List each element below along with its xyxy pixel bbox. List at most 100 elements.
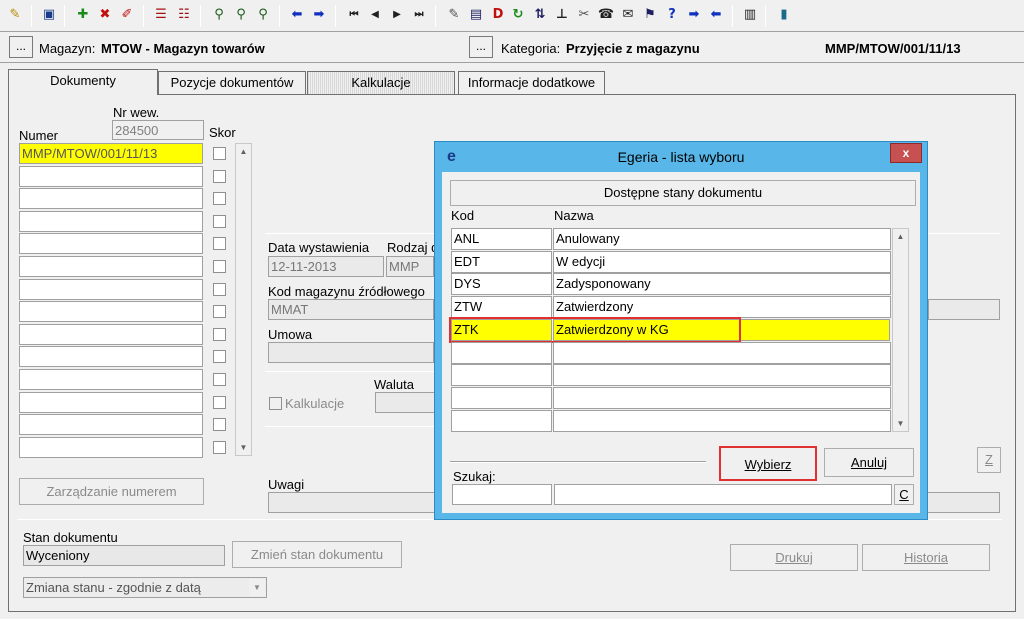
dialog-row-nazwa[interactable]	[553, 409, 891, 432]
skor-checkbox[interactable]	[213, 305, 226, 319]
dialog-row-kod[interactable]	[451, 409, 552, 432]
numer-row[interactable]: MMP/MTOW/001/11/13	[19, 143, 203, 164]
numer-scrollbar[interactable]: ▲ ▼	[235, 143, 252, 456]
skor-checkbox[interactable]	[213, 350, 226, 364]
dialog-row-kod[interactable]: ANL	[451, 228, 552, 250]
skor-checkbox[interactable]	[213, 373, 226, 386]
col-nazwa-header[interactable]: Nazwa	[554, 208, 594, 223]
pin-icon[interactable]: ✎	[6, 6, 24, 24]
refresh-icon[interactable]: ↻	[509, 6, 527, 24]
tools-icon[interactable]: ✂	[575, 6, 593, 24]
split2-icon[interactable]: ☷	[175, 6, 193, 24]
help-icon[interactable]: ?	[663, 6, 681, 24]
clear-search-button[interactable]: C	[894, 484, 914, 505]
binoculars-icon[interactable]: ⚲	[210, 6, 228, 24]
skor-checkbox[interactable]	[213, 395, 226, 409]
edit-icon[interactable]: ✎	[445, 6, 463, 24]
numer-row[interactable]	[19, 436, 203, 458]
numer-row[interactable]	[19, 210, 203, 232]
dialog-row-nazwa[interactable]: Anulowany	[553, 228, 891, 250]
add-icon[interactable]: ✚	[74, 6, 92, 24]
szukaj-kod-field[interactable]	[452, 484, 552, 505]
numer-row[interactable]	[19, 369, 203, 390]
skor-checkbox[interactable]	[213, 237, 226, 251]
sort-icon[interactable]: ⇅	[531, 6, 549, 24]
historia-button[interactable]: Historia	[862, 544, 990, 571]
skor-checkbox[interactable]	[213, 327, 226, 341]
filter-icon[interactable]: ⚑	[641, 6, 659, 24]
dialog-row-kod[interactable]: DYS	[451, 273, 552, 296]
skor-checkbox[interactable]	[213, 192, 226, 206]
first-icon[interactable]: ⏮	[345, 6, 363, 24]
dialog-row-kod[interactable]	[451, 364, 552, 387]
dialog-row-kod[interactable]: EDT	[451, 250, 552, 273]
binoculars-special-icon[interactable]: ⚲	[254, 6, 272, 24]
skor-checkbox[interactable]	[213, 214, 226, 228]
doc-icon[interactable]: ▤	[467, 6, 485, 24]
tree-icon[interactable]: ⊥	[553, 6, 571, 24]
numer-row[interactable]	[19, 278, 203, 300]
scroll-down-icon[interactable]: ▼	[236, 440, 251, 455]
magazyn-select-button[interactable]: ...	[9, 36, 33, 58]
dialog-row-nazwa[interactable]	[553, 364, 891, 387]
tab-pozycje-dokumentow[interactable]: Pozycje dokumentów	[158, 71, 306, 95]
skor-checkbox[interactable]	[213, 147, 226, 160]
skor-checkbox[interactable]	[213, 440, 226, 454]
skor-checkbox[interactable]	[213, 169, 226, 183]
scroll-down-icon[interactable]: ▼	[893, 416, 908, 431]
dialog-row-nazwa[interactable]	[553, 341, 891, 364]
waluta-field[interactable]	[375, 392, 435, 413]
anuluj-button[interactable]: Anuluj	[824, 448, 914, 477]
report-icon[interactable]: ▥	[741, 6, 759, 24]
numer-row[interactable]	[19, 256, 203, 277]
numer-row[interactable]	[19, 188, 203, 210]
numer-row[interactable]	[19, 233, 203, 255]
numer-row[interactable]	[19, 323, 203, 345]
numer-row[interactable]	[19, 165, 203, 187]
phone-icon[interactable]: ☎	[597, 6, 615, 24]
numer-row[interactable]	[19, 301, 203, 323]
forward-icon[interactable]: ➡	[685, 6, 703, 24]
chevron-down-icon[interactable]: ▼	[249, 579, 265, 596]
split-icon[interactable]: ☰	[152, 6, 170, 24]
eraser-icon[interactable]: ✐	[118, 6, 136, 24]
arrow-right-icon[interactable]: ➡	[310, 6, 328, 24]
dialog-row-kod[interactable]	[451, 386, 552, 409]
kalkulacje-checkbox[interactable]	[269, 397, 282, 410]
exit-icon[interactable]: ▮	[775, 6, 793, 24]
dialog-row-nazwa[interactable]: Zatwierdzony	[553, 296, 891, 319]
numer-row[interactable]	[19, 346, 203, 368]
next-icon[interactable]: ▶	[388, 6, 406, 24]
dialog-row-nazwa[interactable]: W edycji	[553, 250, 891, 273]
dostepne-stany-header-button[interactable]: Dostępne stany dokumentu	[450, 180, 916, 206]
doc-red-icon[interactable]: D	[489, 6, 507, 24]
prev-icon[interactable]: ◀	[366, 6, 384, 24]
dialog-row-kod[interactable]: ZTW	[451, 296, 552, 319]
kategoria-select-button[interactable]: ...	[469, 36, 493, 58]
delete-icon[interactable]: ✖	[96, 6, 114, 24]
tab-kalkulacje[interactable]: Kalkulacje	[307, 71, 455, 95]
z-button[interactable]: Z	[977, 447, 1001, 473]
numer-row[interactable]	[19, 391, 203, 413]
zmiana-stanu-select[interactable]: Zmiana stanu - zgodnie z datą ▼	[23, 577, 267, 598]
drukuj-button[interactable]: Drukuj	[730, 544, 858, 571]
last-icon[interactable]: ⏭	[410, 6, 428, 24]
numer-row[interactable]	[19, 414, 203, 436]
szukaj-nazwa-field[interactable]	[554, 484, 892, 505]
dialog-row-kod[interactable]	[451, 341, 552, 364]
scroll-up-icon[interactable]: ▲	[236, 144, 251, 159]
skor-checkbox[interactable]	[213, 282, 226, 296]
close-icon[interactable]: x	[890, 143, 922, 163]
wybierz-button[interactable]: Wybierz	[719, 446, 817, 481]
save-icon[interactable]: ▣	[40, 6, 58, 24]
mail-icon[interactable]: ✉	[619, 6, 637, 24]
umowa-field[interactable]	[268, 342, 434, 363]
skor-checkbox[interactable]	[213, 418, 226, 432]
tab-informacje-dodatkowe[interactable]: Informacje dodatkowe	[458, 71, 605, 95]
zarzadzanie-numerem-button[interactable]: Zarządzanie numerem	[19, 478, 204, 505]
dialog-row-nazwa[interactable]	[553, 386, 891, 409]
skor-checkbox[interactable]	[213, 260, 226, 273]
dialog-title-bar[interactable]: e Egeria - lista wyboru	[435, 142, 927, 172]
dialog-scrollbar[interactable]: ▲ ▼	[892, 228, 909, 432]
col-kod-header[interactable]: Kod	[451, 208, 474, 223]
